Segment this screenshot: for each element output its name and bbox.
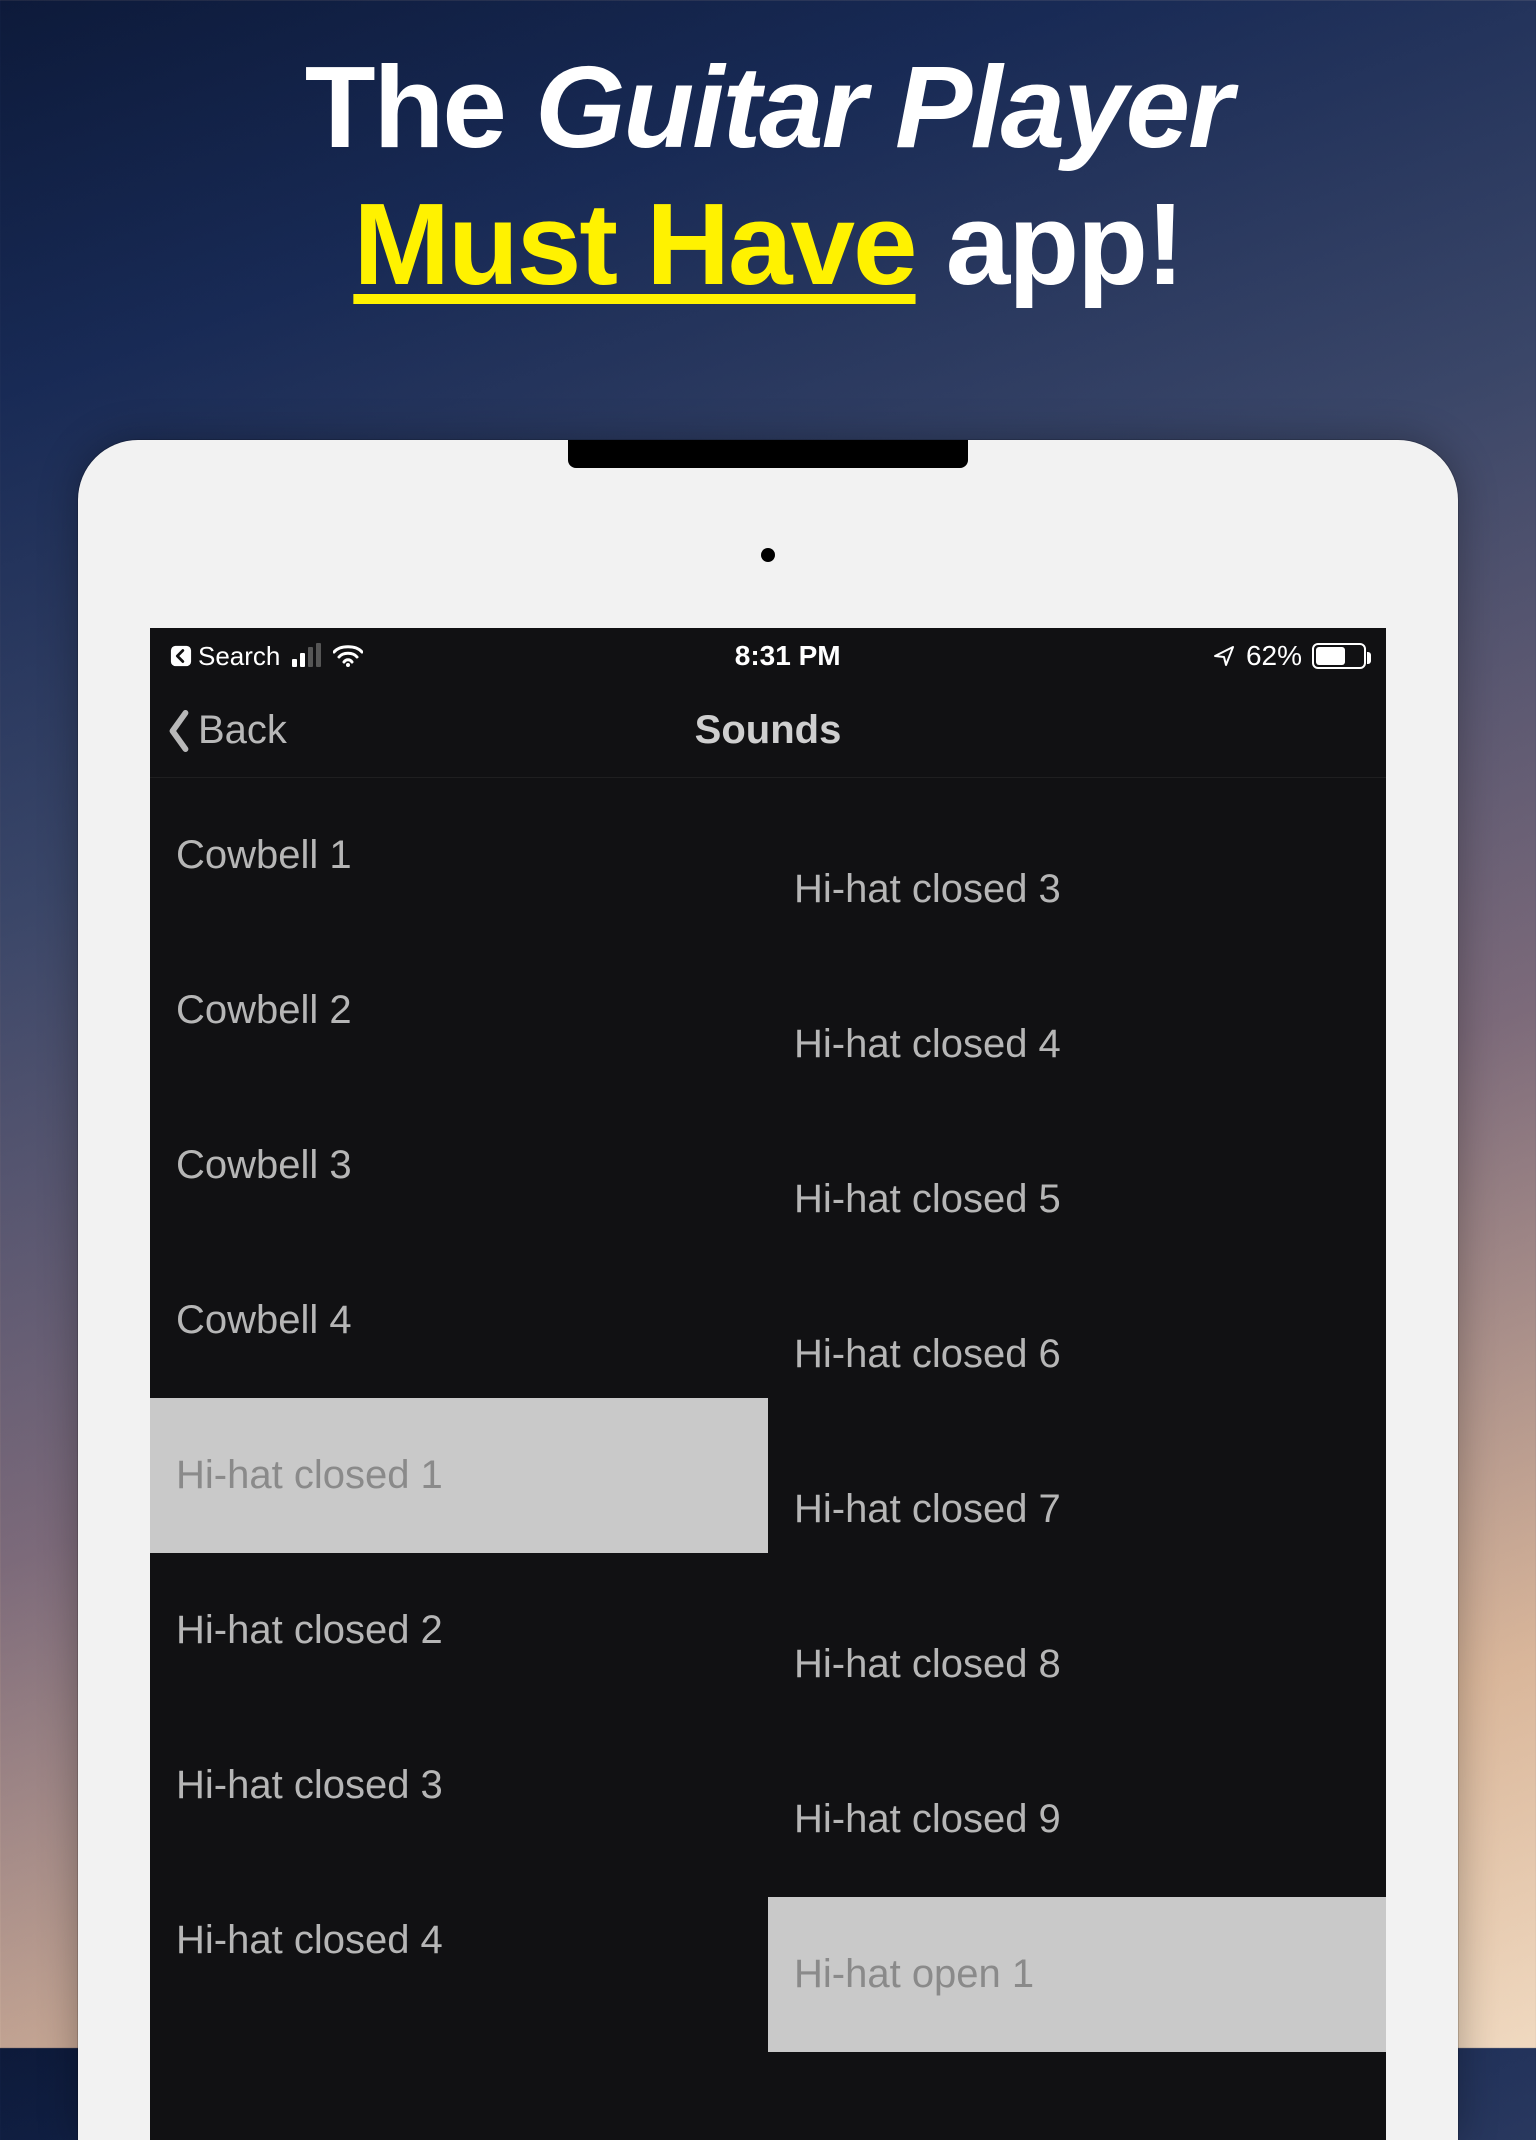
back-label: Back [198, 708, 287, 753]
ipad-notch [568, 440, 968, 468]
list-item[interactable]: Hi-hat closed 3 [150, 1708, 768, 1863]
list-item-label: Cowbell 2 [176, 988, 352, 1033]
list-item[interactable]: Hi-hat closed 1 [150, 1398, 768, 1553]
app-screen: Search 8:31 PM 62% Back [150, 628, 1386, 2140]
headline-line1: The Guitar Player [0, 44, 1536, 172]
list-item[interactable]: Cowbell 1 [150, 778, 768, 933]
wifi-icon [333, 645, 363, 667]
breadcrumb-search[interactable]: Search [170, 641, 280, 672]
list-item-label: Hi-hat closed 3 [794, 867, 1061, 912]
headline-line2: Must Have app! [0, 178, 1536, 311]
status-right: 62% [1212, 640, 1366, 672]
list-item[interactable]: Hi-hat closed 7 [768, 1432, 1386, 1587]
list-item-label: Hi-hat closed 1 [176, 1453, 443, 1498]
list-item[interactable]: Hi-hat open 1 [768, 1897, 1386, 2052]
promo-headline: The Guitar Player Must Have app! [0, 0, 1536, 311]
back-button[interactable]: Back [150, 708, 287, 753]
list-item-label: Hi-hat closed 4 [794, 1022, 1061, 1067]
list-item[interactable]: Hi-hat closed 9 [768, 1742, 1386, 1897]
ipad-camera [761, 548, 775, 562]
list-item-label: Cowbell 3 [176, 1143, 352, 1188]
nav-bar: Back Sounds [150, 684, 1386, 778]
sounds-column-right[interactable]: Hi-hat closed 3 Hi-hat closed 4 Hi-hat clo… [768, 778, 1386, 2140]
list-item[interactable]: Hi-hat closed 2 [150, 1553, 768, 1708]
status-time: 8:31 PM [735, 640, 841, 672]
location-icon [1212, 644, 1236, 668]
list-item[interactable]: Hi-hat closed 4 [150, 1863, 768, 2018]
status-left: Search [170, 641, 363, 672]
list-item-label: Hi-hat closed 4 [176, 1918, 443, 1963]
list-item[interactable]: Hi-hat closed 8 [768, 1587, 1386, 1742]
list-item[interactable]: Cowbell 2 [150, 933, 768, 1088]
list-item[interactable]: Hi-hat closed 5 [768, 1122, 1386, 1277]
chevron-left-icon [164, 709, 194, 753]
list-item[interactable]: Hi-hat closed 4 [768, 967, 1386, 1122]
status-bar: Search 8:31 PM 62% [150, 628, 1386, 684]
battery-icon [1312, 643, 1366, 669]
headline-must-have: Must Have [353, 179, 915, 309]
list-item-label: Hi-hat closed 8 [794, 1642, 1061, 1687]
battery-percent: 62% [1246, 640, 1302, 672]
list-item-label: Hi-hat closed 2 [176, 1608, 443, 1653]
page-title: Sounds [150, 708, 1386, 753]
list-item-label: Hi-hat closed 7 [794, 1487, 1061, 1532]
headline-italic: Guitar Player [535, 42, 1231, 172]
list-item-label: Hi-hat closed 5 [794, 1177, 1061, 1222]
chevron-left-boxed-icon [170, 645, 192, 667]
ipad-frame: Search 8:31 PM 62% Back [78, 440, 1458, 2140]
list-item[interactable]: Hi-hat closed 3 [768, 812, 1386, 967]
list-item[interactable]: Cowbell 3 [150, 1088, 768, 1243]
headline-suffix: app! [916, 179, 1183, 309]
sounds-list: Cowbell 1 Cowbell 2 Cowbell 3 Cowbell 4 Hi-h… [150, 778, 1386, 2140]
list-item-label: Hi-hat closed 6 [794, 1332, 1061, 1377]
list-item[interactable]: Hi-hat closed 6 [768, 1277, 1386, 1432]
list-item-label: Hi-hat closed 3 [176, 1763, 443, 1808]
sounds-column-left[interactable]: Cowbell 1 Cowbell 2 Cowbell 3 Cowbell 4 Hi-h… [150, 778, 768, 2140]
breadcrumb-search-label: Search [198, 641, 280, 672]
cellular-signal-icon [292, 645, 321, 667]
headline-prefix: The [305, 42, 535, 172]
list-item-label: Hi-hat closed 9 [794, 1797, 1061, 1842]
list-item-label: Cowbell 1 [176, 833, 352, 878]
list-item[interactable]: Cowbell 4 [150, 1243, 768, 1398]
list-item-label: Cowbell 4 [176, 1298, 352, 1343]
list-item-label: Hi-hat open 1 [794, 1952, 1034, 1997]
